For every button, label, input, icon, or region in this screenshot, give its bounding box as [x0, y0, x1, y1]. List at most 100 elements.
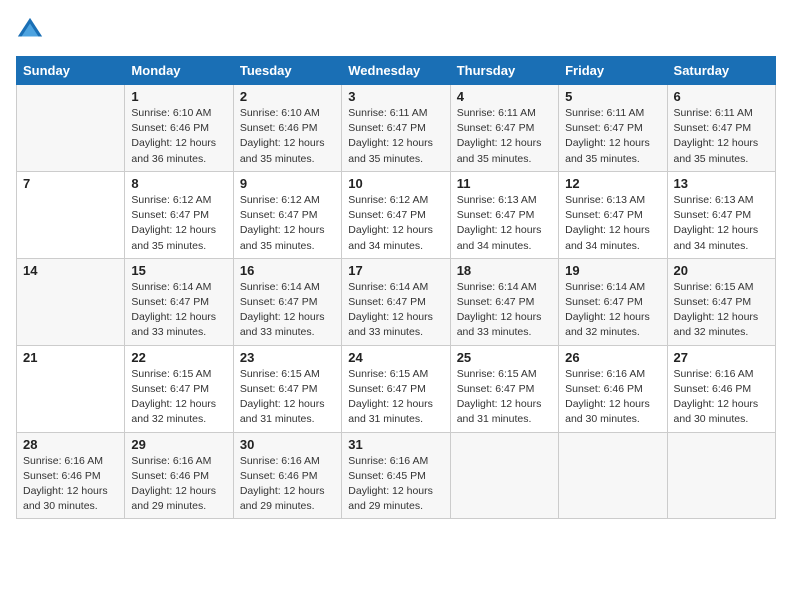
calendar-cell: 7 [17, 171, 125, 258]
day-info: Sunrise: 6:16 AMSunset: 6:46 PMDaylight:… [674, 367, 769, 428]
calendar-cell: 9 Sunrise: 6:12 AMSunset: 6:47 PMDaylight… [233, 171, 341, 258]
day-number: 21 [23, 350, 118, 365]
day-info: Sunrise: 6:14 AMSunset: 6:47 PMDaylight:… [565, 280, 660, 341]
day-header-sunday: Sunday [17, 57, 125, 85]
day-number: 29 [131, 437, 226, 452]
calendar-cell: 8 Sunrise: 6:12 AMSunset: 6:47 PMDaylight… [125, 171, 233, 258]
calendar-cell: 10 Sunrise: 6:12 AMSunset: 6:47 PMDayligh… [342, 171, 450, 258]
day-info: Sunrise: 6:12 AMSunset: 6:47 PMDaylight:… [240, 193, 335, 254]
calendar-cell: 20 Sunrise: 6:15 AMSunset: 6:47 PMDayligh… [667, 258, 775, 345]
calendar-cell: 28 Sunrise: 6:16 AMSunset: 6:46 PMDayligh… [17, 432, 125, 519]
day-info: Sunrise: 6:12 AMSunset: 6:47 PMDaylight:… [131, 193, 226, 254]
day-info: Sunrise: 6:16 AMSunset: 6:46 PMDaylight:… [131, 454, 226, 515]
calendar-week-row: 28 Sunrise: 6:16 AMSunset: 6:46 PMDayligh… [17, 432, 776, 519]
day-number: 13 [674, 176, 769, 191]
day-info: Sunrise: 6:15 AMSunset: 6:47 PMDaylight:… [457, 367, 552, 428]
day-number: 25 [457, 350, 552, 365]
day-number: 17 [348, 263, 443, 278]
day-number: 2 [240, 89, 335, 104]
day-info: Sunrise: 6:11 AMSunset: 6:47 PMDaylight:… [674, 106, 769, 167]
calendar-cell [450, 432, 558, 519]
calendar-cell: 12 Sunrise: 6:13 AMSunset: 6:47 PMDayligh… [559, 171, 667, 258]
calendar-cell: 3 Sunrise: 6:11 AMSunset: 6:47 PMDaylight… [342, 85, 450, 172]
day-info: Sunrise: 6:12 AMSunset: 6:47 PMDaylight:… [348, 193, 443, 254]
calendar-week-row: 78 Sunrise: 6:12 AMSunset: 6:47 PMDayligh… [17, 171, 776, 258]
day-info: Sunrise: 6:10 AMSunset: 6:46 PMDaylight:… [131, 106, 226, 167]
calendar-cell: 31 Sunrise: 6:16 AMSunset: 6:45 PMDayligh… [342, 432, 450, 519]
calendar-cell: 4Sunrise: 6:11 AMSunset: 6:47 PMDaylight… [450, 85, 558, 172]
calendar-cell: 19 Sunrise: 6:14 AMSunset: 6:47 PMDayligh… [559, 258, 667, 345]
day-info: Sunrise: 6:16 AMSunset: 6:46 PMDaylight:… [565, 367, 660, 428]
day-info: Sunrise: 6:15 AMSunset: 6:47 PMDaylight:… [240, 367, 335, 428]
day-number: 8 [131, 176, 226, 191]
day-number: 22 [131, 350, 226, 365]
calendar-cell: 16 Sunrise: 6:14 AMSunset: 6:47 PMDayligh… [233, 258, 341, 345]
day-info: Sunrise: 6:15 AMSunset: 6:47 PMDaylight:… [674, 280, 769, 341]
day-number: 3 [348, 89, 443, 104]
day-header-tuesday: Tuesday [233, 57, 341, 85]
calendar-cell: 6 Sunrise: 6:11 AMSunset: 6:47 PMDaylight… [667, 85, 775, 172]
calendar-cell: 13 Sunrise: 6:13 AMSunset: 6:47 PMDayligh… [667, 171, 775, 258]
calendar-cell [17, 85, 125, 172]
calendar-cell: 18Sunrise: 6:14 AMSunset: 6:47 PMDayligh… [450, 258, 558, 345]
calendar-header-row: SundayMondayTuesdayWednesdayThursdayFrid… [17, 57, 776, 85]
day-info: Sunrise: 6:11 AMSunset: 6:47 PMDaylight:… [348, 106, 443, 167]
calendar-cell: 26 Sunrise: 6:16 AMSunset: 6:46 PMDayligh… [559, 345, 667, 432]
day-header-wednesday: Wednesday [342, 57, 450, 85]
day-number: 15 [131, 263, 226, 278]
day-number: 23 [240, 350, 335, 365]
calendar-cell: 1 Sunrise: 6:10 AMSunset: 6:46 PMDaylight… [125, 85, 233, 172]
calendar-cell [559, 432, 667, 519]
calendar-cell: 23 Sunrise: 6:15 AMSunset: 6:47 PMDayligh… [233, 345, 341, 432]
day-info: Sunrise: 6:13 AMSunset: 6:47 PMDaylight:… [457, 193, 552, 254]
calendar-cell [667, 432, 775, 519]
day-number: 26 [565, 350, 660, 365]
day-number: 6 [674, 89, 769, 104]
day-number: 16 [240, 263, 335, 278]
day-number: 28 [23, 437, 118, 452]
calendar-cell: 11Sunrise: 6:13 AMSunset: 6:47 PMDayligh… [450, 171, 558, 258]
day-info: Sunrise: 6:16 AMSunset: 6:46 PMDaylight:… [23, 454, 118, 515]
calendar-cell: 27 Sunrise: 6:16 AMSunset: 6:46 PMDayligh… [667, 345, 775, 432]
day-number: 9 [240, 176, 335, 191]
day-number: 5 [565, 89, 660, 104]
logo [16, 16, 48, 44]
day-number: 31 [348, 437, 443, 452]
day-number: 19 [565, 263, 660, 278]
day-number: 24 [348, 350, 443, 365]
day-info: Sunrise: 6:10 AMSunset: 6:46 PMDaylight:… [240, 106, 335, 167]
day-info: Sunrise: 6:15 AMSunset: 6:47 PMDaylight:… [348, 367, 443, 428]
day-info: Sunrise: 6:14 AMSunset: 6:47 PMDaylight:… [131, 280, 226, 341]
calendar-cell: 25 Sunrise: 6:15 AMSunset: 6:47 PMDayligh… [450, 345, 558, 432]
day-header-monday: Monday [125, 57, 233, 85]
day-number: 7 [23, 176, 118, 191]
day-info: Sunrise: 6:16 AMSunset: 6:46 PMDaylight:… [240, 454, 335, 515]
calendar-cell: 2 Sunrise: 6:10 AMSunset: 6:46 PMDaylight… [233, 85, 341, 172]
calendar-cell: 22Sunrise: 6:15 AMSunset: 6:47 PMDayligh… [125, 345, 233, 432]
day-number: 10 [348, 176, 443, 191]
day-info: Sunrise: 6:14 AMSunset: 6:47 PMDaylight:… [240, 280, 335, 341]
day-number: 30 [240, 437, 335, 452]
day-number: 20 [674, 263, 769, 278]
calendar-cell: 24 Sunrise: 6:15 AMSunset: 6:47 PMDayligh… [342, 345, 450, 432]
day-header-friday: Friday [559, 57, 667, 85]
day-info: Sunrise: 6:13 AMSunset: 6:47 PMDaylight:… [674, 193, 769, 254]
calendar-cell: 15 Sunrise: 6:14 AMSunset: 6:47 PMDayligh… [125, 258, 233, 345]
day-info: Sunrise: 6:13 AMSunset: 6:47 PMDaylight:… [565, 193, 660, 254]
calendar-cell: 30 Sunrise: 6:16 AMSunset: 6:46 PMDayligh… [233, 432, 341, 519]
calendar-table: SundayMondayTuesdayWednesdayThursdayFrid… [16, 56, 776, 519]
logo-icon [16, 16, 44, 44]
day-number: 1 [131, 89, 226, 104]
day-number: 12 [565, 176, 660, 191]
calendar-cell: 14 [17, 258, 125, 345]
day-info: Sunrise: 6:16 AMSunset: 6:45 PMDaylight:… [348, 454, 443, 515]
day-info: Sunrise: 6:11 AMSunset: 6:47 PMDaylight:… [457, 106, 552, 167]
day-number: 27 [674, 350, 769, 365]
day-info: Sunrise: 6:11 AMSunset: 6:47 PMDaylight:… [565, 106, 660, 167]
calendar-cell: 5 Sunrise: 6:11 AMSunset: 6:47 PMDaylight… [559, 85, 667, 172]
page-header [16, 16, 776, 44]
calendar-cell: 17 Sunrise: 6:14 AMSunset: 6:47 PMDayligh… [342, 258, 450, 345]
day-info: Sunrise: 6:14 AMSunset: 6:47 PMDaylight:… [348, 280, 443, 341]
calendar-week-row: 2122Sunrise: 6:15 AMSunset: 6:47 PMDayli… [17, 345, 776, 432]
day-header-thursday: Thursday [450, 57, 558, 85]
